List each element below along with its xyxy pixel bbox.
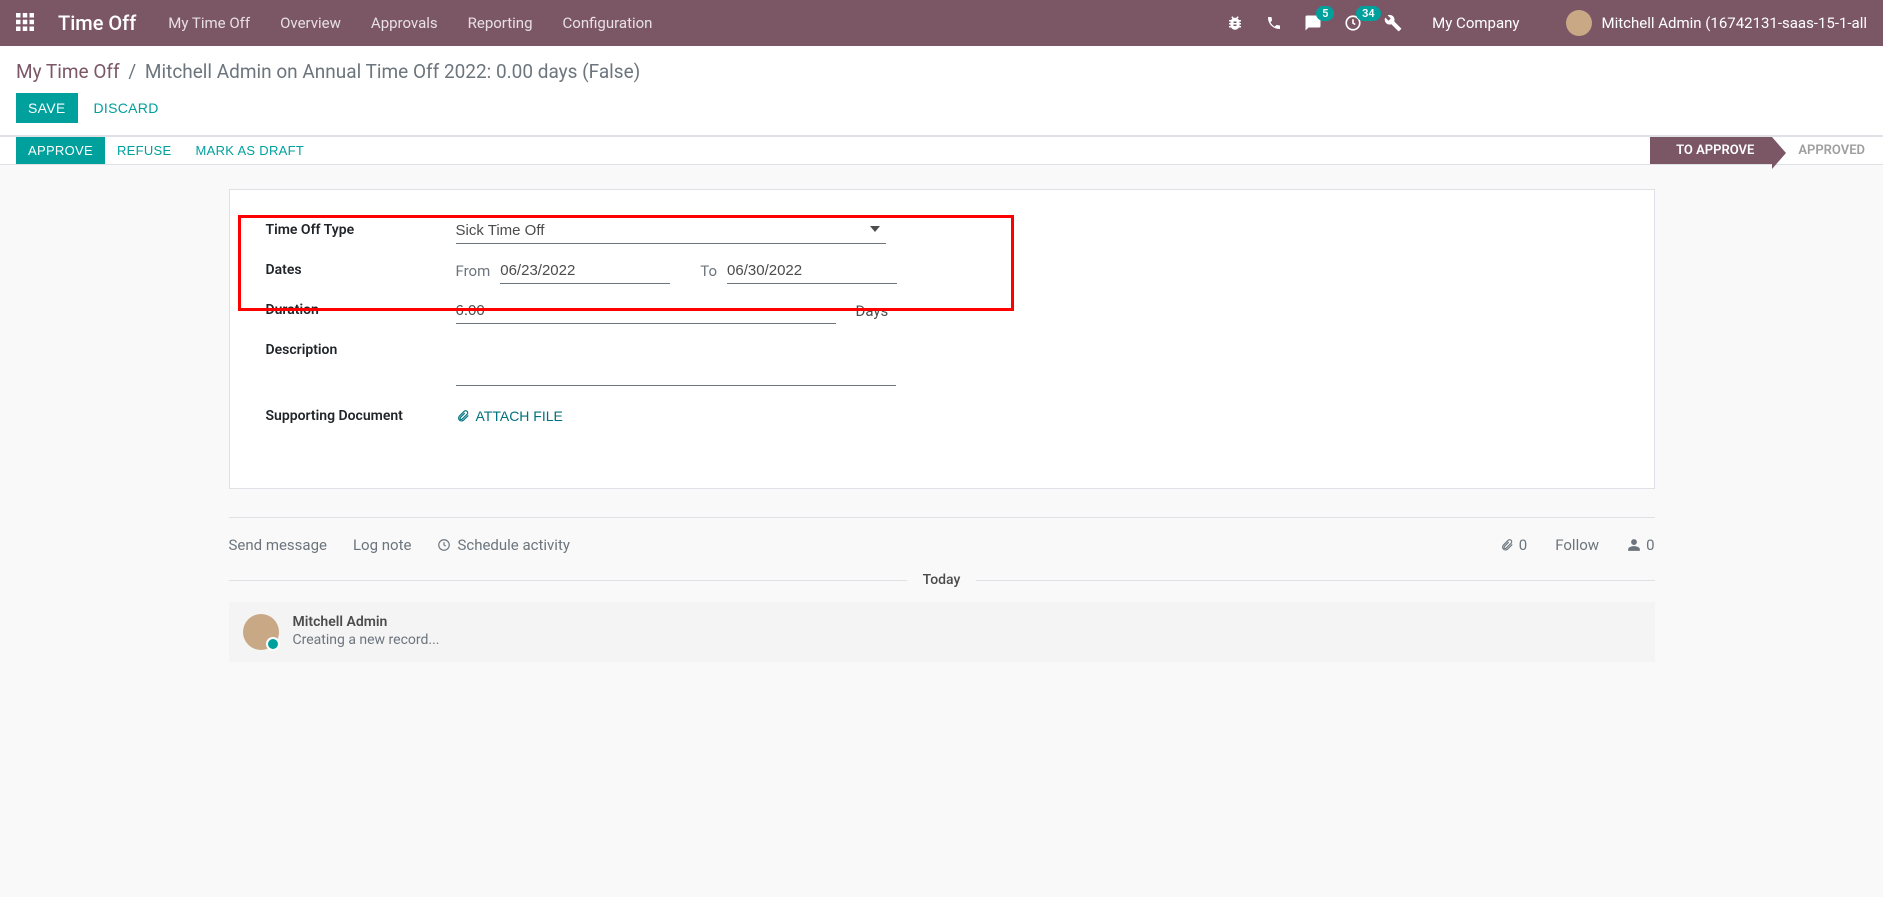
save-button[interactable]: SAVE [16, 93, 78, 123]
activity-icon[interactable]: 34 [1344, 14, 1362, 32]
phone-icon[interactable] [1266, 15, 1282, 31]
label-description: Description [266, 338, 456, 358]
from-label: From [456, 262, 491, 280]
label-duration: Duration [266, 298, 456, 318]
status-to-approve[interactable]: TO APPROVE [1650, 137, 1772, 164]
message-text: Creating a new record... [293, 632, 440, 648]
paperclip-icon [1500, 538, 1514, 552]
follow-button[interactable]: Follow [1555, 536, 1599, 554]
attach-file-label: ATTACH FILE [476, 408, 563, 424]
messaging-badge: 5 [1316, 6, 1334, 21]
status-bar: APPROVE REFUSE MARK AS DRAFT TO APPROVE … [0, 136, 1883, 165]
edit-actions: SAVE DISCARD [0, 83, 1883, 136]
duration-input[interactable] [456, 298, 836, 324]
log-note-tab[interactable]: Log note [353, 536, 411, 554]
user-menu[interactable]: Mitchell Admin (16742131-saas-15-1-all [1566, 10, 1868, 36]
user-icon [1627, 538, 1641, 552]
followers-count[interactable]: 0 [1627, 536, 1654, 554]
clock-icon [437, 538, 451, 552]
breadcrumb-root[interactable]: My Time Off [16, 60, 120, 83]
form-sheet: Time Off Type Dates From To Duration Day… [229, 189, 1655, 489]
nav-overview[interactable]: Overview [280, 14, 341, 32]
date-to-input[interactable] [727, 258, 897, 284]
nav-icons: 5 34 My Company Mitchell Admin (16742131… [1226, 10, 1867, 36]
date-from-input[interactable] [500, 258, 670, 284]
user-name: Mitchell Admin (16742131-saas-15-1-all [1602, 14, 1868, 32]
tools-icon[interactable] [1384, 14, 1402, 32]
attach-file-button[interactable]: ATTACH FILE [456, 404, 563, 424]
bug-icon[interactable] [1226, 14, 1244, 32]
status-steps: TO APPROVE APPROVED [1650, 137, 1883, 164]
nav-menu: My Time Off Overview Approvals Reporting… [168, 14, 1226, 32]
nav-approvals[interactable]: Approvals [371, 14, 438, 32]
to-label: To [700, 262, 717, 280]
breadcrumb-bar: My Time Off / Mitchell Admin on Annual T… [0, 46, 1883, 83]
label-dates: Dates [266, 258, 456, 278]
duration-unit: Days [856, 302, 889, 320]
description-input[interactable] [456, 338, 896, 386]
refuse-button[interactable]: REFUSE [105, 137, 184, 164]
company-name[interactable]: My Company [1432, 14, 1519, 32]
nav-configuration[interactable]: Configuration [563, 14, 653, 32]
nav-reporting[interactable]: Reporting [468, 14, 533, 32]
apps-icon[interactable] [16, 13, 36, 33]
label-time-off-type: Time Off Type [266, 218, 456, 238]
schedule-activity-tab[interactable]: Schedule activity [437, 536, 570, 554]
workflow-buttons: APPROVE REFUSE MARK AS DRAFT [0, 137, 332, 164]
breadcrumb: My Time Off / Mitchell Admin on Annual T… [16, 60, 1867, 83]
status-approved[interactable]: APPROVED [1772, 137, 1883, 164]
message-author: Mitchell Admin [293, 614, 440, 630]
message-avatar [243, 614, 279, 650]
paperclip-icon [456, 409, 470, 423]
approve-button[interactable]: APPROVE [16, 137, 105, 164]
time-off-type-select[interactable] [456, 218, 886, 244]
chatter: Send message Log note Schedule activity … [229, 517, 1655, 662]
chatter-message: Mitchell Admin Creating a new record... [229, 602, 1655, 662]
breadcrumb-current: Mitchell Admin on Annual Time Off 2022: … [145, 60, 640, 83]
chatter-date-divider: Today [229, 572, 1655, 588]
send-message-tab[interactable]: Send message [229, 536, 327, 554]
attachments-count[interactable]: 0 [1500, 536, 1527, 554]
app-brand[interactable]: Time Off [58, 11, 136, 35]
label-supporting-document: Supporting Document [266, 404, 456, 424]
nav-my-time-off[interactable]: My Time Off [168, 14, 250, 32]
discard-button[interactable]: DISCARD [82, 93, 171, 123]
messaging-icon[interactable]: 5 [1304, 14, 1322, 32]
mark-as-draft-button[interactable]: MARK AS DRAFT [184, 137, 317, 164]
activity-badge: 34 [1356, 6, 1381, 21]
chatter-tabs: Send message Log note Schedule activity … [229, 518, 1655, 572]
main-navbar: Time Off My Time Off Overview Approvals … [0, 0, 1883, 46]
user-avatar [1566, 10, 1592, 36]
